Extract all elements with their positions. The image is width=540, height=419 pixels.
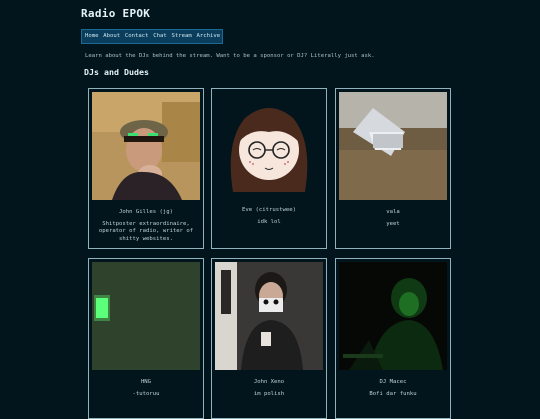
dj-card: HNG -tutoruu (88, 258, 204, 419)
dj-photo (215, 92, 323, 200)
dj-photo (339, 262, 447, 370)
dj-bio: Shitposter extraordinaire, operator of r… (98, 221, 194, 242)
dj-photo (215, 262, 323, 370)
dj-card: DJ Macec Bofi dar funku (335, 258, 451, 419)
dj-bio: im polish (253, 391, 285, 397)
dj-bio: yeet (386, 221, 400, 227)
dj-card: vala yeet (335, 88, 451, 249)
dj-name: DJ Macec (379, 379, 407, 385)
dj-card: John Gilles (jg) Shitposter extraordinai… (88, 88, 204, 249)
dj-name: HNG (140, 379, 152, 385)
dj-photo (339, 92, 447, 200)
dj-photo (92, 262, 200, 370)
dj-bio: idk lol (257, 219, 281, 225)
dj-name: John Gilles (jg) (119, 209, 173, 215)
dj-name: Eve (citrustwee) (242, 207, 296, 213)
dj-bio: -tutoruu (132, 391, 160, 397)
dj-name: vala (386, 209, 400, 215)
dj-name: John Xeno (253, 379, 285, 385)
dj-card: John Xeno im polish (211, 258, 327, 419)
dj-card: Eve (citrustwee) idk lol (211, 88, 327, 249)
dj-bio: Bofi dar funku (369, 391, 417, 397)
dj-grid: John Gilles (jg) Shitposter extraordinai… (0, 0, 540, 419)
dj-photo (92, 92, 200, 200)
